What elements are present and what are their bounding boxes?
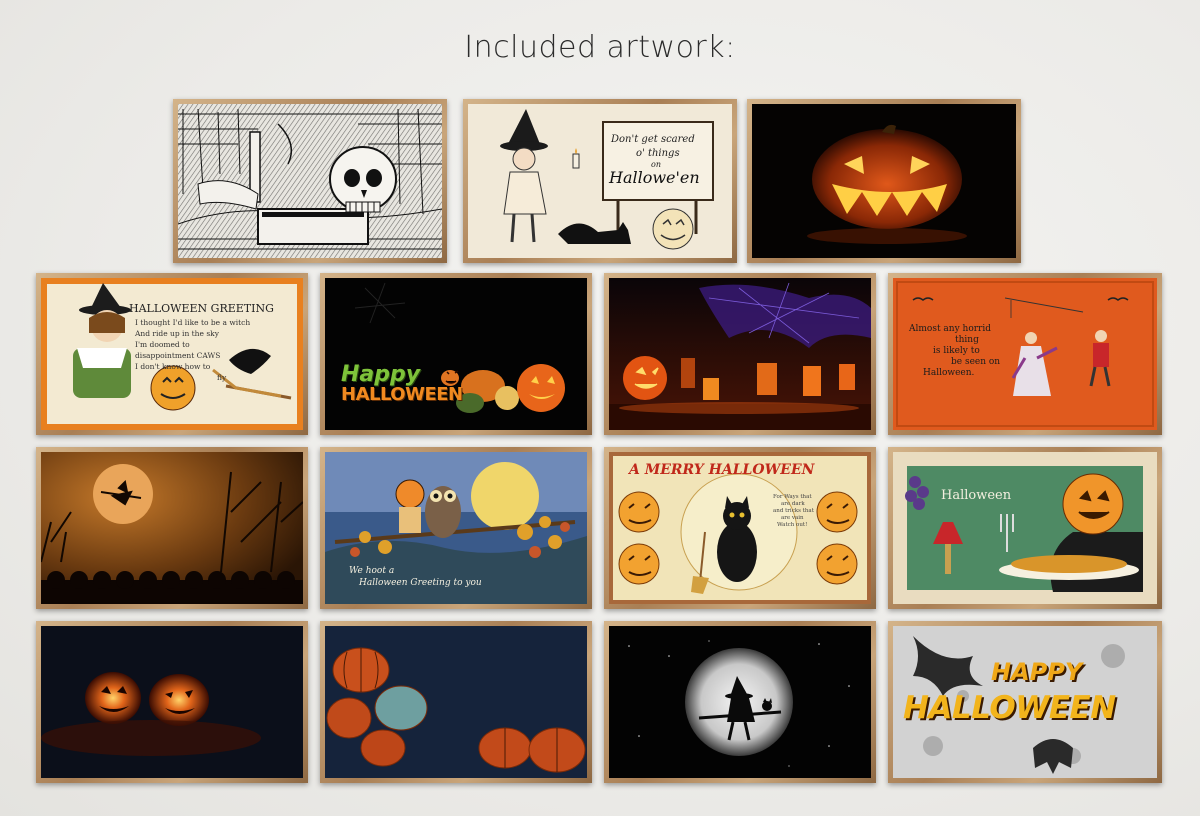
- postcard-line-2: Halloween Greeting to you: [359, 578, 482, 588]
- artwork-frame-dont-get-scared[interactable]: Don't get scared o' things on Hallowe'en: [463, 99, 737, 263]
- small-line-5: Watch out!: [777, 522, 808, 528]
- artwork-witch-moon: [41, 452, 303, 604]
- postcard-line-4: be seen on: [951, 357, 1001, 367]
- postcard-heading: HALLOWEEN GREETING: [129, 302, 274, 315]
- postcard-line-5: I don't know how to: [135, 362, 211, 371]
- artwork-halloween-greeting: HALLOWEEN GREETING I thought I'd like to…: [41, 278, 303, 430]
- artwork-witch-silhouette: [609, 626, 871, 778]
- happy-word: HAPPY: [991, 658, 1083, 686]
- small-line-2: are dark: [781, 501, 805, 507]
- artwork-dont-get-scared: Don't get scared o' things on Hallowe'en: [468, 104, 732, 258]
- postcard-line-1: Almost any horrid: [909, 324, 991, 334]
- postcard-line-3: is likely to: [933, 346, 980, 356]
- postcard-line-3: I'm doomed to: [135, 340, 190, 349]
- postcard-heading: Halloween: [941, 488, 1012, 503]
- artwork-frame-glowing-pumpkin[interactable]: [747, 99, 1021, 263]
- postcard-text-1: Don't get scared: [611, 134, 695, 145]
- halloween-word: HALLOWEEN: [341, 384, 463, 405]
- artwork-candles-webs: [609, 278, 871, 430]
- artwork-frame-witch-moon[interactable]: [36, 447, 308, 609]
- artwork-frame-candles-webs[interactable]: [604, 273, 876, 435]
- postcard-line-2: thing: [955, 335, 979, 345]
- postcard-line-4: disappointment CAWS: [135, 351, 221, 360]
- artwork-glowing-pumpkin: [752, 104, 1016, 258]
- halloween-word: HALLOWEEN: [903, 690, 1116, 726]
- postcard-line-6: fly: [217, 373, 227, 382]
- postcard-text-4: Hallowe'en: [609, 168, 700, 187]
- postcard-heading: A MERRY HALLOWEEN: [629, 462, 815, 478]
- artwork-two-pumpkins: [41, 626, 303, 778]
- artwork-frame-horrid-thing[interactable]: Almost any horrid thing is likely to be …: [888, 273, 1162, 435]
- artwork-frame-halloween-greeting[interactable]: HALLOWEEN GREETING I thought I'd like to…: [36, 273, 308, 435]
- artwork-pumpkins-blue: [325, 626, 587, 778]
- artwork-frame-happy-halloween-bats[interactable]: HAPPY HALLOWEEN: [888, 621, 1162, 783]
- artwork-frame-happy-halloween-pumpkins[interactable]: Happy HALLOWEEN: [320, 273, 592, 435]
- postcard-line-1: I thought I'd like to be a witch: [135, 318, 251, 327]
- artwork-frame-pumpkin-dinner[interactable]: Halloween: [888, 447, 1162, 609]
- artwork-frame-merry-halloween-cat[interactable]: A MERRY HALLOWEEN For Ways that are dark…: [604, 447, 876, 609]
- artwork-frame-witch-silhouette[interactable]: [604, 621, 876, 783]
- postcard-line-5: Halloween.: [923, 368, 975, 378]
- postcard-text-2: o' things: [636, 148, 680, 159]
- artwork-frame-skull-books[interactable]: [173, 99, 447, 263]
- artwork-happy-halloween-bats: HAPPY HALLOWEEN: [893, 626, 1157, 778]
- artwork-frame-owl-greeting[interactable]: We hoot a Halloween Greeting to you: [320, 447, 592, 609]
- artwork-merry-halloween-cat: A MERRY HALLOWEEN For Ways that are dark…: [609, 452, 871, 604]
- small-line-3: and tricks that: [773, 508, 814, 514]
- artwork-horrid-thing: Almost any horrid thing is likely to be …: [893, 278, 1157, 430]
- small-line-1: For Ways that: [773, 494, 812, 500]
- artwork-frame-pumpkins-blue[interactable]: [320, 621, 592, 783]
- small-line-4: are vain: [781, 515, 804, 521]
- artwork-happy-halloween-pumpkins: Happy HALLOWEEN: [325, 278, 587, 430]
- postcard-line-2: And ride up in the sky: [135, 329, 219, 338]
- artwork-frame-two-pumpkins[interactable]: [36, 621, 308, 783]
- artwork-owl-greeting: We hoot a Halloween Greeting to you: [325, 452, 587, 604]
- artwork-skull-books: [178, 104, 442, 258]
- artwork-pumpkin-dinner: Halloween: [893, 452, 1157, 604]
- page-heading: Included artwork:: [464, 30, 736, 65]
- postcard-line-1: We hoot a: [349, 566, 395, 576]
